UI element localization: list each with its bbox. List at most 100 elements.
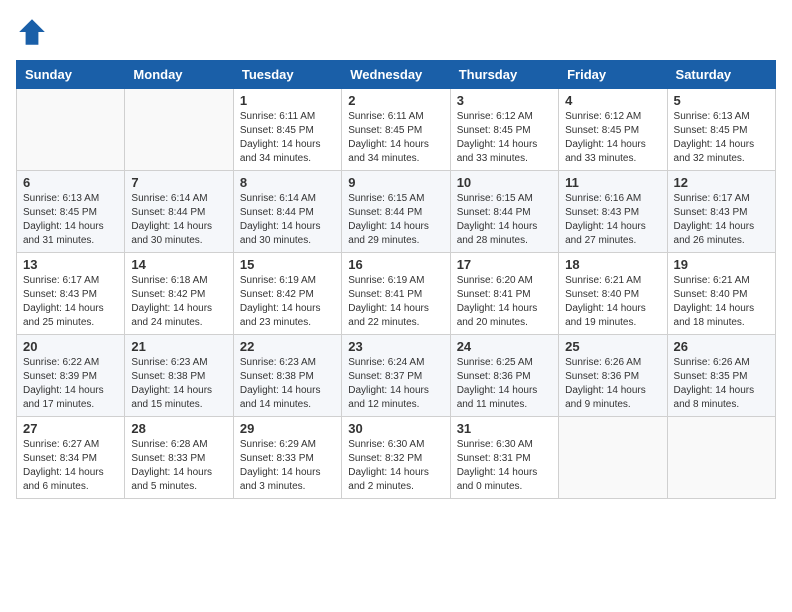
- day-info: Sunrise: 6:11 AM Sunset: 8:45 PM Dayligh…: [240, 110, 335, 166]
- calendar-cell: 27Sunrise: 6:27 AM Sunset: 8:34 PM Dayli…: [17, 417, 125, 499]
- day-number: 20: [23, 339, 118, 354]
- day-info: Sunrise: 6:12 AM Sunset: 8:45 PM Dayligh…: [457, 110, 552, 166]
- calendar-cell: 14 Sunrise: 6:18 AM Sunset: 8:42 PM Dayli…: [125, 253, 233, 335]
- day-info: Sunrise: 6:18 AM Sunset: 8:42 PM Dayligh…: [131, 274, 226, 330]
- calendar-cell: 30 Sunrise: 6:30 AM Sunset: 8:32 PM Dayli…: [342, 417, 450, 499]
- day-number: 28: [131, 421, 226, 436]
- day-number: 16: [348, 257, 443, 272]
- day-number: 31: [457, 421, 552, 436]
- calendar-cell: 3 Sunrise: 6:12 AM Sunset: 8:45 PM Daylig…: [450, 89, 558, 171]
- calendar-cell: 12 Sunrise: 6:17 AM Sunset: 8:43 PM Dayli…: [667, 171, 775, 253]
- day-info: Sunrise: 6:24 AM Sunset: 8:37 PM Dayligh…: [348, 356, 443, 412]
- calendar-cell: 1 Sunrise: 6:11 AM Sunset: 8:45 PM Daylig…: [233, 89, 341, 171]
- day-info: Sunrise: 6:11 AM Sunset: 8:45 PM Dayligh…: [348, 110, 443, 166]
- calendar-cell: 21 Sunrise: 6:23 AM Sunset: 8:38 PM Dayli…: [125, 335, 233, 417]
- day-info: Sunrise: 6:30 AM Sunset: 8:32 PM Dayligh…: [348, 438, 443, 494]
- day-info: Sunrise: 6:19 AM Sunset: 8:42 PM Dayligh…: [240, 274, 335, 330]
- calendar-cell: 10 Sunrise: 6:15 AM Sunset: 8:44 PM Dayli…: [450, 171, 558, 253]
- day-number: 19: [674, 257, 769, 272]
- day-number: 10: [457, 175, 552, 190]
- day-info: Sunrise: 6:17 AM Sunset: 8:43 PM Dayligh…: [23, 274, 118, 330]
- day-info: Sunrise: 6:25 AM Sunset: 8:36 PM Dayligh…: [457, 356, 552, 412]
- calendar-cell: 17 Sunrise: 6:20 AM Sunset: 8:41 PM Dayli…: [450, 253, 558, 335]
- calendar-week-row: 6Sunrise: 6:13 AM Sunset: 8:45 PM Daylig…: [17, 171, 776, 253]
- day-info: Sunrise: 6:21 AM Sunset: 8:40 PM Dayligh…: [674, 274, 769, 330]
- day-info: Sunrise: 6:26 AM Sunset: 8:36 PM Dayligh…: [565, 356, 660, 412]
- day-info: Sunrise: 6:14 AM Sunset: 8:44 PM Dayligh…: [240, 192, 335, 248]
- day-info: Sunrise: 6:23 AM Sunset: 8:38 PM Dayligh…: [131, 356, 226, 412]
- day-number: 7: [131, 175, 226, 190]
- day-info: Sunrise: 6:23 AM Sunset: 8:38 PM Dayligh…: [240, 356, 335, 412]
- calendar-cell: 15Sunrise: 6:19 AM Sunset: 8:42 PM Dayli…: [233, 253, 341, 335]
- day-info: Sunrise: 6:20 AM Sunset: 8:41 PM Dayligh…: [457, 274, 552, 330]
- day-number: 1: [240, 93, 335, 108]
- calendar-week-row: 27Sunrise: 6:27 AM Sunset: 8:34 PM Dayli…: [17, 417, 776, 499]
- day-info: Sunrise: 6:26 AM Sunset: 8:35 PM Dayligh…: [674, 356, 769, 412]
- day-info: Sunrise: 6:15 AM Sunset: 8:44 PM Dayligh…: [348, 192, 443, 248]
- calendar-cell: 11Sunrise: 6:16 AM Sunset: 8:43 PM Dayli…: [559, 171, 667, 253]
- day-number: 17: [457, 257, 552, 272]
- calendar-week-row: 20 Sunrise: 6:22 AM Sunset: 8:39 PM Dayli…: [17, 335, 776, 417]
- day-info: Sunrise: 6:14 AM Sunset: 8:44 PM Dayligh…: [131, 192, 226, 248]
- day-number: 21: [131, 339, 226, 354]
- day-number: 12: [674, 175, 769, 190]
- day-info: Sunrise: 6:17 AM Sunset: 8:43 PM Dayligh…: [674, 192, 769, 248]
- day-number: 8: [240, 175, 335, 190]
- calendar-cell: 20 Sunrise: 6:22 AM Sunset: 8:39 PM Dayli…: [17, 335, 125, 417]
- day-info: Sunrise: 6:15 AM Sunset: 8:44 PM Dayligh…: [457, 192, 552, 248]
- day-info: Sunrise: 6:13 AM Sunset: 8:45 PM Dayligh…: [23, 192, 118, 248]
- calendar-cell: 24Sunrise: 6:25 AM Sunset: 8:36 PM Dayli…: [450, 335, 558, 417]
- calendar-cell: 5 Sunrise: 6:13 AM Sunset: 8:45 PM Daylig…: [667, 89, 775, 171]
- calendar-header-row: SundayMondayTuesdayWednesdayThursdayFrid…: [17, 61, 776, 89]
- calendar-day-header: Wednesday: [342, 61, 450, 89]
- day-number: 2: [348, 93, 443, 108]
- day-info: Sunrise: 6:16 AM Sunset: 8:43 PM Dayligh…: [565, 192, 660, 248]
- day-info: Sunrise: 6:13 AM Sunset: 8:45 PM Dayligh…: [674, 110, 769, 166]
- day-info: Sunrise: 6:21 AM Sunset: 8:40 PM Dayligh…: [565, 274, 660, 330]
- calendar-cell: 9Sunrise: 6:15 AM Sunset: 8:44 PM Daylig…: [342, 171, 450, 253]
- day-info: Sunrise: 6:19 AM Sunset: 8:41 PM Dayligh…: [348, 274, 443, 330]
- day-number: 30: [348, 421, 443, 436]
- calendar-cell: 13 Sunrise: 6:17 AM Sunset: 8:43 PM Dayli…: [17, 253, 125, 335]
- calendar-cell: 6Sunrise: 6:13 AM Sunset: 8:45 PM Daylig…: [17, 171, 125, 253]
- calendar-day-header: Monday: [125, 61, 233, 89]
- day-info: Sunrise: 6:22 AM Sunset: 8:39 PM Dayligh…: [23, 356, 118, 412]
- day-number: 3: [457, 93, 552, 108]
- calendar-day-header: Sunday: [17, 61, 125, 89]
- day-number: 26: [674, 339, 769, 354]
- calendar-cell: 19 Sunrise: 6:21 AM Sunset: 8:40 PM Dayli…: [667, 253, 775, 335]
- day-info: Sunrise: 6:29 AM Sunset: 8:33 PM Dayligh…: [240, 438, 335, 494]
- calendar-cell: [125, 89, 233, 171]
- day-number: 5: [674, 93, 769, 108]
- calendar-day-header: Saturday: [667, 61, 775, 89]
- calendar-day-header: Thursday: [450, 61, 558, 89]
- day-info: Sunrise: 6:30 AM Sunset: 8:31 PM Dayligh…: [457, 438, 552, 494]
- calendar-cell: [17, 89, 125, 171]
- page-header: [16, 16, 776, 48]
- calendar-cell: 18 Sunrise: 6:21 AM Sunset: 8:40 PM Dayli…: [559, 253, 667, 335]
- calendar-cell: 29Sunrise: 6:29 AM Sunset: 8:33 PM Dayli…: [233, 417, 341, 499]
- calendar-cell: 25 Sunrise: 6:26 AM Sunset: 8:36 PM Dayli…: [559, 335, 667, 417]
- day-info: Sunrise: 6:28 AM Sunset: 8:33 PM Dayligh…: [131, 438, 226, 494]
- calendar-cell: 4Sunrise: 6:12 AM Sunset: 8:45 PM Daylig…: [559, 89, 667, 171]
- day-number: 18: [565, 257, 660, 272]
- calendar-cell: 16 Sunrise: 6:19 AM Sunset: 8:41 PM Dayli…: [342, 253, 450, 335]
- calendar-week-row: 1 Sunrise: 6:11 AM Sunset: 8:45 PM Daylig…: [17, 89, 776, 171]
- calendar-week-row: 13 Sunrise: 6:17 AM Sunset: 8:43 PM Dayli…: [17, 253, 776, 335]
- calendar-cell: 8 Sunrise: 6:14 AM Sunset: 8:44 PM Daylig…: [233, 171, 341, 253]
- calendar-cell: 28 Sunrise: 6:28 AM Sunset: 8:33 PM Dayli…: [125, 417, 233, 499]
- day-number: 4: [565, 93, 660, 108]
- calendar-cell: 7 Sunrise: 6:14 AM Sunset: 8:44 PM Daylig…: [125, 171, 233, 253]
- day-number: 22: [240, 339, 335, 354]
- calendar-day-header: Tuesday: [233, 61, 341, 89]
- calendar-cell: 22 Sunrise: 6:23 AM Sunset: 8:38 PM Dayli…: [233, 335, 341, 417]
- day-number: 27: [23, 421, 118, 436]
- calendar-cell: 31 Sunrise: 6:30 AM Sunset: 8:31 PM Dayli…: [450, 417, 558, 499]
- calendar-cell: [559, 417, 667, 499]
- calendar-table: SundayMondayTuesdayWednesdayThursdayFrid…: [16, 60, 776, 499]
- day-number: 13: [23, 257, 118, 272]
- day-number: 14: [131, 257, 226, 272]
- day-number: 23: [348, 339, 443, 354]
- day-number: 25: [565, 339, 660, 354]
- calendar-cell: [667, 417, 775, 499]
